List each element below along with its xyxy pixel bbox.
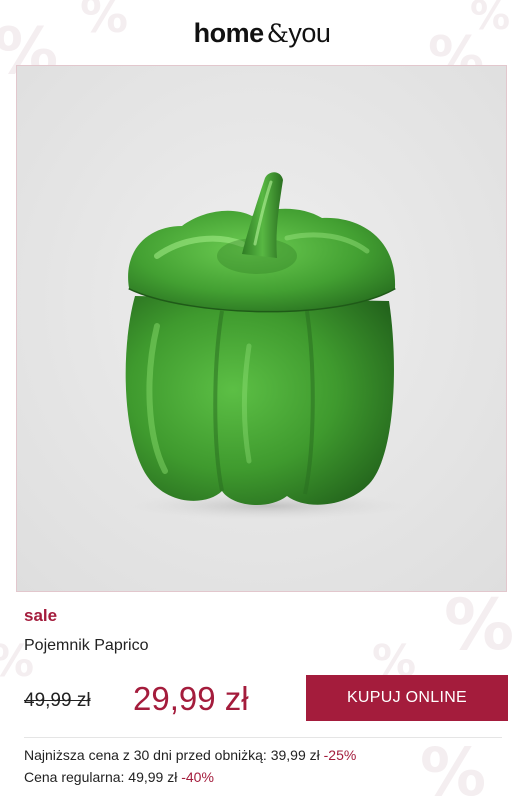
product-title[interactable]: Pojemnik Paprico: [24, 637, 149, 655]
site-header: home & you: [0, 0, 524, 62]
logo-text-home: home: [193, 17, 265, 48]
background-percent-mark: %: [444, 584, 515, 666]
regular-price-discount: -40%: [181, 769, 214, 785]
lowest-price-text: Najniższa cena z 30 dni przed obniżką: 3…: [24, 747, 320, 763]
sale-price: 29,99 zł: [133, 680, 249, 717]
background-percent-mark: %: [420, 734, 487, 811]
regular-price-text: Cena regularna: 49,99 zł: [24, 769, 178, 785]
logo-ampersand: &: [266, 18, 289, 48]
old-price: 49,99 zł: [24, 690, 91, 711]
buy-online-button[interactable]: KUPUJ ONLINE: [306, 675, 508, 721]
regular-price-info: Cena regularna: 49,99 zł -40%: [24, 769, 214, 785]
divider: [24, 737, 502, 738]
pepper-container-illustration: [17, 66, 506, 591]
sale-badge: sale: [24, 606, 58, 625]
lowest-price-info: Najniższa cena z 30 dni przed obniżką: 3…: [24, 747, 356, 763]
brand-logo[interactable]: home & you: [194, 18, 331, 49]
product-image[interactable]: [17, 66, 506, 591]
logo-text-you: you: [288, 17, 331, 48]
lowest-price-discount: -25%: [323, 747, 357, 763]
product-image-frame: [16, 65, 507, 592]
